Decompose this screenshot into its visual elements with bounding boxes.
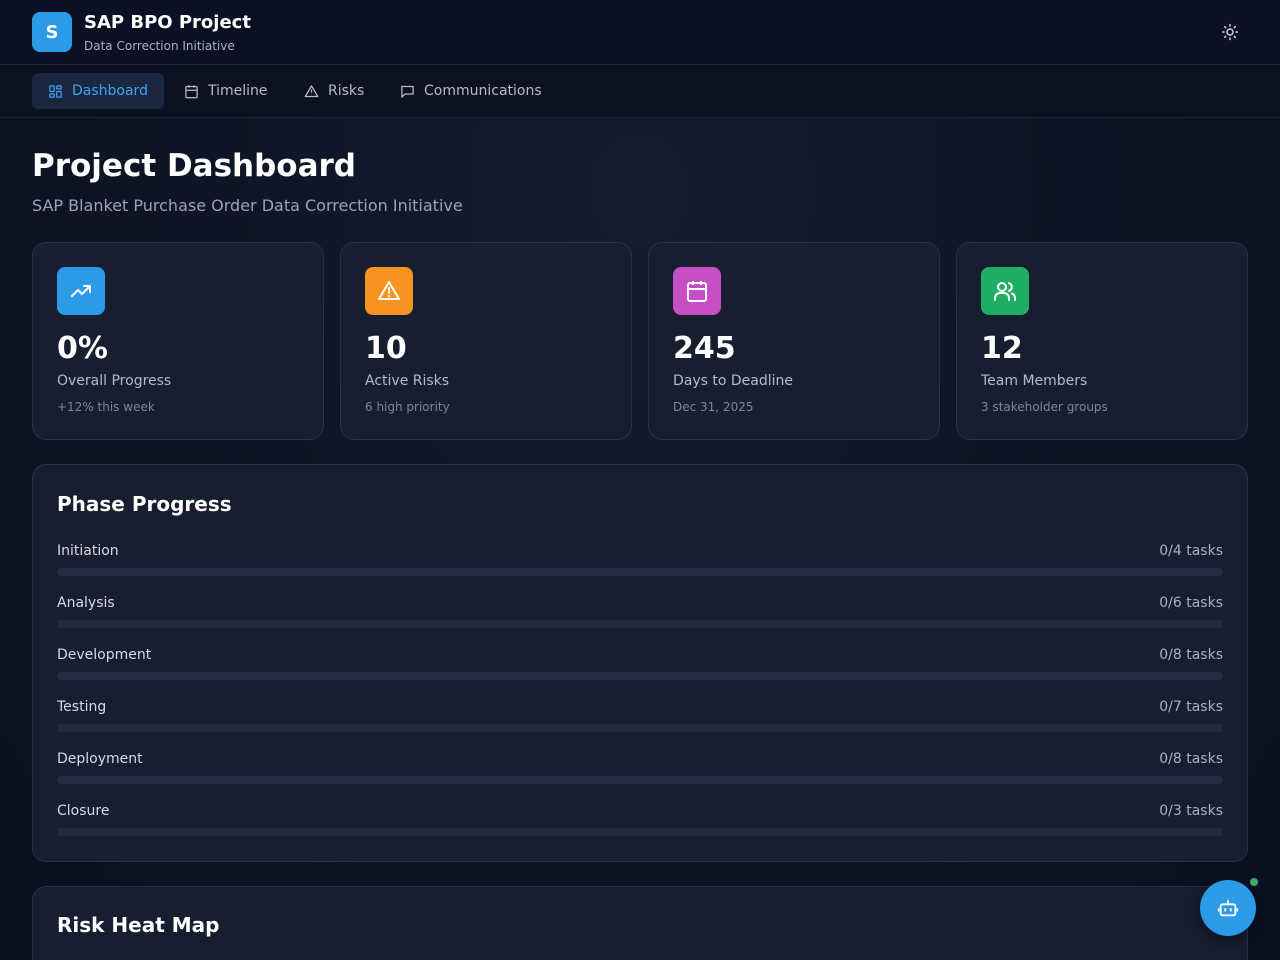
stat-icon-tile xyxy=(365,267,413,315)
tab-timeline[interactable]: Timeline xyxy=(168,73,284,109)
phase-progress-bar xyxy=(57,568,1223,576)
stat-label: Team Members xyxy=(981,373,1088,389)
chat-icon xyxy=(401,85,414,98)
assistant-online-indicator xyxy=(1248,876,1260,888)
phase-row-deployment: Deployment 0/8 tasks xyxy=(57,751,1223,791)
stat-value: 245 xyxy=(673,331,736,366)
tab-risks-label: Risks xyxy=(328,83,365,99)
users-icon xyxy=(994,282,1016,301)
warning-icon xyxy=(378,281,400,300)
tab-dashboard-label: Dashboard xyxy=(72,83,148,99)
phase-row-analysis: Analysis 0/6 tasks xyxy=(57,595,1223,635)
phase-task-count: 0/7 tasks xyxy=(1159,699,1223,715)
app-subtitle: Data Correction Initiative xyxy=(84,39,235,53)
phase-task-count: 0/3 tasks xyxy=(1159,803,1223,819)
stat-subtext: Dec 31, 2025 xyxy=(673,400,754,414)
stat-icon-tile xyxy=(981,267,1029,315)
phase-name: Testing xyxy=(57,699,107,715)
bot-icon xyxy=(1217,899,1239,917)
stat-value: 12 xyxy=(981,331,1023,366)
phase-row-development: Development 0/8 tasks xyxy=(57,647,1223,687)
phase-name: Analysis xyxy=(57,595,115,611)
stat-icon-tile xyxy=(57,267,105,315)
dashboard-icon xyxy=(49,84,62,98)
stat-subtext: 6 high priority xyxy=(365,400,450,414)
phase-row-closure: Closure 0/3 tasks xyxy=(57,803,1223,843)
warning-icon xyxy=(304,84,319,97)
phase-progress-bar xyxy=(57,672,1223,680)
tab-communications[interactable]: Communications xyxy=(384,73,558,109)
assistant-bot-button[interactable] xyxy=(1200,880,1256,936)
calendar-icon xyxy=(687,281,707,302)
risk-heat-map-panel: Risk Heat Map xyxy=(32,886,1248,960)
tab-dashboard[interactable]: Dashboard xyxy=(32,73,164,109)
phase-progress-bar xyxy=(57,724,1223,732)
tab-timeline-label: Timeline xyxy=(208,83,268,99)
sun-icon xyxy=(1221,23,1239,41)
phase-task-count: 0/8 tasks xyxy=(1159,647,1223,663)
stat-card-team-members: 12 Team Members 3 stakeholder groups xyxy=(956,242,1248,440)
phase-progress-title: Phase Progress xyxy=(57,492,232,516)
phase-name: Deployment xyxy=(57,751,143,767)
app-header: S SAP BPO Project Data Correction Initia… xyxy=(0,0,1280,65)
page-title: Project Dashboard xyxy=(32,148,357,184)
stat-value: 0% xyxy=(57,331,108,366)
stat-subtext: +12% this week xyxy=(57,400,155,414)
stat-subtext: 3 stakeholder groups xyxy=(981,400,1108,414)
phase-row-initiation: Initiation 0/4 tasks xyxy=(57,543,1223,583)
phase-row-testing: Testing 0/7 tasks xyxy=(57,699,1223,739)
trending-up-icon xyxy=(71,285,91,297)
stat-card-days-to-deadline: 245 Days to Deadline Dec 31, 2025 xyxy=(648,242,940,440)
app-logo-letter: S xyxy=(45,21,59,43)
tab-risks[interactable]: Risks xyxy=(288,73,380,109)
tab-communications-label: Communications xyxy=(424,83,542,99)
main-nav: Dashboard Timeline Risks Communications xyxy=(0,65,1280,118)
stat-value: 10 xyxy=(365,331,407,366)
phase-task-count: 0/4 tasks xyxy=(1159,543,1223,559)
risk-heat-map-title: Risk Heat Map xyxy=(57,913,220,937)
stat-label: Days to Deadline xyxy=(673,373,794,389)
phase-name: Closure xyxy=(57,803,110,819)
phase-progress-bar xyxy=(57,828,1223,836)
phase-name: Development xyxy=(57,647,152,663)
theme-toggle-button[interactable] xyxy=(1214,16,1246,48)
page-subtitle: SAP Blanket Purchase Order Data Correcti… xyxy=(32,196,463,215)
stat-card-overall-progress: 0% Overall Progress +12% this week xyxy=(32,242,324,440)
app-logo: S xyxy=(32,12,72,52)
stat-card-active-risks: 10 Active Risks 6 high priority xyxy=(340,242,632,440)
phase-progress-panel: Phase Progress Initiation 0/4 tasks Anal… xyxy=(32,464,1248,862)
phase-name: Initiation xyxy=(57,543,119,559)
phase-progress-bar xyxy=(57,620,1223,628)
stat-label: Overall Progress xyxy=(57,373,172,389)
phase-task-count: 0/6 tasks xyxy=(1159,595,1223,611)
phase-progress-bar xyxy=(57,776,1223,784)
stat-icon-tile xyxy=(673,267,721,315)
calendar-icon xyxy=(185,84,198,98)
stat-label: Active Risks xyxy=(365,373,450,389)
phase-task-count: 0/8 tasks xyxy=(1159,751,1223,767)
app-title: SAP BPO Project xyxy=(84,12,251,33)
